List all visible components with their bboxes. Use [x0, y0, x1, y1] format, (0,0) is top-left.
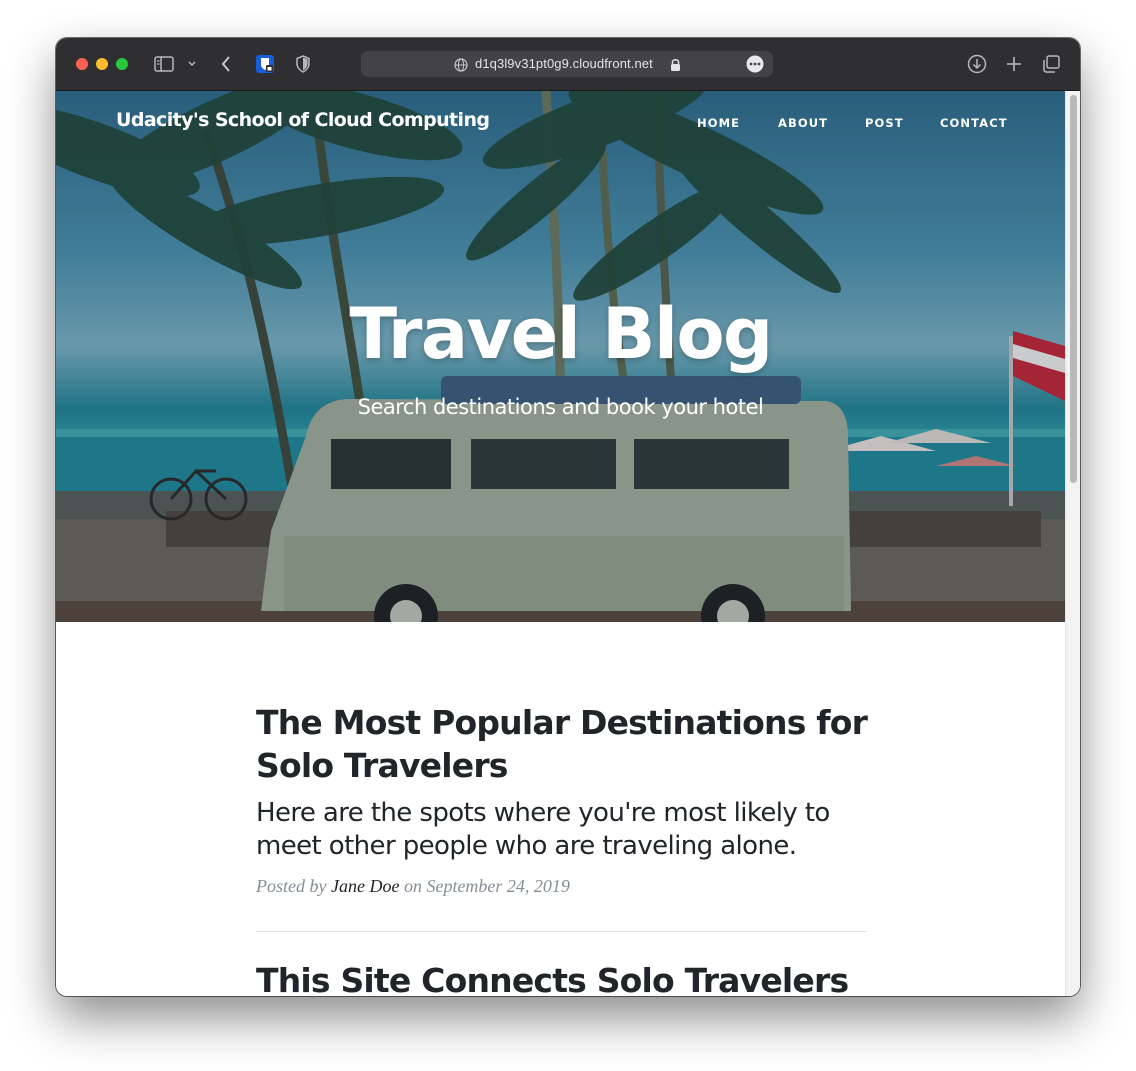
nav-contact-link[interactable]: CONTACT [940, 116, 1008, 130]
minimize-window-button[interactable] [96, 58, 108, 70]
site-brand-link[interactable]: Udacity's School of Cloud Computing [116, 109, 490, 131]
chevron-down-icon[interactable] [179, 52, 205, 76]
page-viewport: Udacity's School of Cloud Computing HOME… [56, 91, 1080, 996]
zoom-window-button[interactable] [116, 58, 128, 70]
browser-toolbar: d1q3l9v31pt0g9.cloudfront.net [56, 38, 1080, 91]
bitwarden-icon[interactable] [252, 52, 278, 76]
download-icon[interactable] [964, 52, 990, 76]
globe-icon [454, 57, 468, 76]
hero-header: Udacity's School of Cloud Computing HOME… [56, 91, 1065, 622]
hero-subtitle: Search destinations and book your hotel [357, 395, 764, 419]
scrollbar-thumb[interactable] [1070, 95, 1077, 483]
post-title-link[interactable]: The Most Popular Destinations for Solo T… [256, 701, 896, 787]
sidebar-icon[interactable] [151, 52, 177, 76]
post-title-link[interactable]: This Site Connects Solo Travelers [256, 959, 896, 996]
nav-about-link[interactable]: ABOUT [778, 116, 828, 130]
tabs-icon[interactable] [1038, 52, 1064, 76]
hero-title: Travel Blog [349, 293, 773, 375]
nav-home-link[interactable]: HOME [697, 116, 740, 130]
more-icon[interactable] [746, 55, 764, 77]
post-author-link[interactable]: Jane Doe [331, 876, 399, 896]
post-meta: Posted by Jane Doe on September 24, 2019 [256, 876, 570, 897]
url-text: d1q3l9v31pt0g9.cloudfront.net [475, 56, 653, 71]
nav-post-link[interactable]: POST [865, 116, 904, 130]
plus-icon[interactable] [1001, 52, 1027, 76]
lock-icon [670, 57, 681, 76]
post-date: September 24, 2019 [426, 876, 570, 896]
address-bar[interactable]: d1q3l9v31pt0g9.cloudfront.net [361, 51, 773, 77]
meta-on: on [403, 876, 422, 896]
post-subtitle[interactable]: Here are the spots where you're most lik… [256, 797, 896, 863]
back-icon[interactable] [213, 52, 239, 76]
close-window-button[interactable] [76, 58, 88, 70]
shield-icon[interactable] [290, 52, 316, 76]
browser-window: d1q3l9v31pt0g9.cloudfront.net Udacity's … [56, 38, 1080, 996]
meta-prefix: Posted by [256, 876, 327, 896]
post-divider [256, 931, 866, 932]
page-scrollbar[interactable] [1065, 91, 1080, 996]
